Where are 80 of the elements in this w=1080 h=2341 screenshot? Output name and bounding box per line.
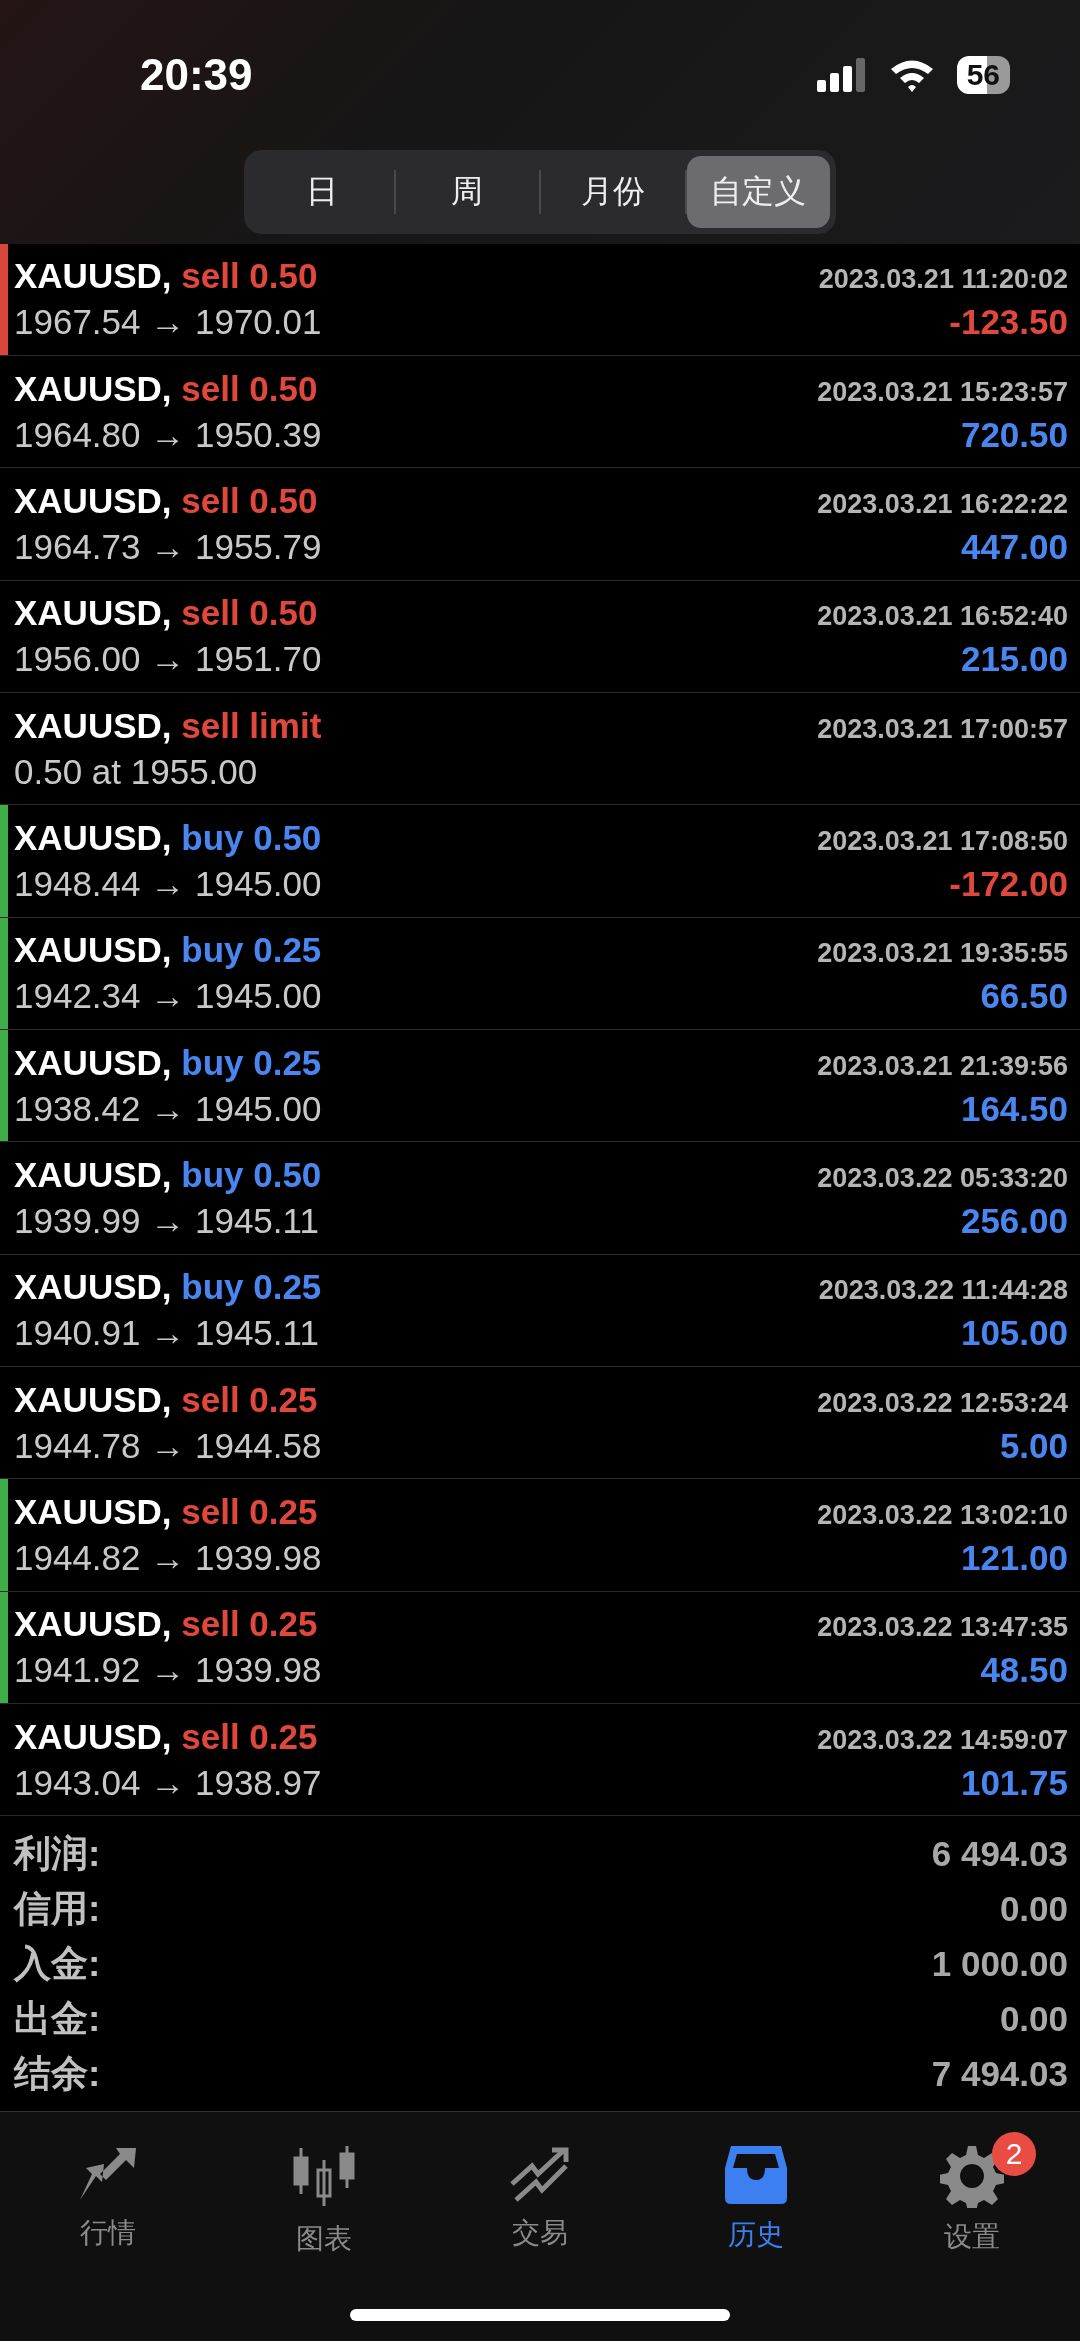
trade-time: 2023.03.21 17:08:50 <box>817 825 1068 857</box>
trade-profit: 48.50 <box>980 1650 1068 1691</box>
notification-badge: 2 <box>992 2132 1036 2177</box>
trade-profit: 121.00 <box>960 1538 1068 1578</box>
trade-time: 2023.03.22 11:44:28 <box>818 1275 1068 1307</box>
trade-time: 2023.03.21 21:39:56 <box>817 1050 1068 1082</box>
trade-prices: 1944.78 → 1944.58 <box>14 1425 322 1466</box>
trade-title: XAUUSD, sell 0.25 <box>14 1379 318 1420</box>
period-tab[interactable]: 日 <box>250 156 394 228</box>
trade-title: XAUUSD, buy 0.25 <box>14 1267 322 1308</box>
trade-title: XAUUSD, buy 0.50 <box>14 817 322 858</box>
trade-title: XAUUSD, sell 0.50 <box>14 256 318 297</box>
trade-prices: 1938.42 → 1945.00 <box>14 1088 322 1129</box>
trade-time: 2023.03.22 12:53:24 <box>817 1387 1068 1419</box>
summary-value: 1 000.00 <box>931 1943 1068 1984</box>
trade-title: XAUUSD, sell 0.50 <box>14 480 318 521</box>
trade-prices: 1956.00 → 1951.70 <box>14 639 322 680</box>
trade-title: XAUUSD, sell limit <box>14 705 322 746</box>
period-tab[interactable]: 月份 <box>541 156 685 228</box>
summary-label: 出金: <box>14 1996 101 2041</box>
trade-title: XAUUSD, buy 0.25 <box>14 930 322 971</box>
trade-prices: 1943.04 → 1938.97 <box>14 1762 322 1803</box>
trade-title: XAUUSD, sell 0.25 <box>14 1492 318 1532</box>
trade-profit: 215.00 <box>960 639 1068 680</box>
summary-value: 0.00 <box>999 1888 1068 1929</box>
trade-time: 2023.03.22 14:59:07 <box>817 1724 1068 1756</box>
period-tab[interactable]: 自定义 <box>686 156 830 228</box>
trade-profit: 256.00 <box>960 1201 1068 1241</box>
trade-profit: 66.50 <box>980 976 1068 1017</box>
signal-icon <box>816 58 867 92</box>
nav-tab[interactable]: 图表 <box>244 2132 404 2259</box>
trade-time: 2023.03.21 16:52:40 <box>817 601 1068 633</box>
trade-profit: 447.00 <box>960 526 1068 567</box>
trade-profit: 164.50 <box>960 1088 1068 1129</box>
trade-time: 2023.03.21 17:00:57 <box>817 713 1068 745</box>
summary-value: 0.00 <box>999 1998 1068 2039</box>
trade-time: 2023.03.21 19:35:55 <box>817 938 1068 970</box>
nav-tab[interactable]: 历史 <box>676 2132 836 2259</box>
inbox-icon <box>723 2144 789 2207</box>
trade-profit: 101.75 <box>960 1762 1068 1803</box>
trade-prices: 1967.54 → 1970.01 <box>14 302 322 343</box>
trade-time: 2023.03.22 13:47:35 <box>817 1612 1068 1644</box>
battery-level: 56 <box>956 56 1010 94</box>
trade-prices: 1944.82 → 1939.98 <box>14 1538 322 1578</box>
summary-label: 入金: <box>14 1941 101 1986</box>
trade-profit: -123.50 <box>949 302 1068 343</box>
status-time: 20:39 <box>140 50 254 100</box>
trade-prices: 0.50 at 1955.00 <box>14 751 258 792</box>
trade-time: 2023.03.21 11:20:02 <box>818 264 1068 296</box>
trade-profit: 105.00 <box>960 1313 1068 1354</box>
trade-title: XAUUSD, sell 0.25 <box>14 1716 318 1757</box>
nav-tab[interactable]: 设置 2 <box>892 2132 1052 2259</box>
trade-time: 2023.03.21 15:23:57 <box>817 376 1068 408</box>
trade-prices: 1964.80 → 1950.39 <box>14 414 322 455</box>
summary-label: 信用: <box>14 1886 101 1931</box>
period-tab[interactable]: 周 <box>395 156 539 228</box>
trade-profit: 720.50 <box>960 414 1068 455</box>
trade-time: 2023.03.21 16:22:22 <box>817 488 1068 520</box>
trade-title: XAUUSD, sell 0.25 <box>14 1604 318 1645</box>
trade-time: 2023.03.22 05:33:20 <box>817 1163 1068 1194</box>
trade-profit: 5.00 <box>999 1425 1068 1466</box>
settings-icon <box>940 2144 1004 2209</box>
trade-prices: 1940.91 → 1945.11 <box>14 1313 319 1354</box>
trade-profit: -172.00 <box>949 863 1068 904</box>
trade-prices: 1948.44 → 1945.00 <box>14 863 322 904</box>
summary-value: 6 494.03 <box>931 1833 1068 1874</box>
trade-prices: 1942.34 → 1945.00 <box>14 976 322 1017</box>
trade-title: XAUUSD, sell 0.50 <box>14 368 318 409</box>
trade-title: XAUUSD, sell 0.50 <box>14 593 318 634</box>
summary-label: 结余: <box>14 2051 101 2096</box>
trade-prices: 1964.73 → 1955.79 <box>14 526 322 567</box>
summary-label: 利润: <box>14 1831 101 1876</box>
nav-tab[interactable]: 交易 <box>460 2132 620 2259</box>
trade-time: 2023.03.22 13:02:10 <box>817 1500 1068 1531</box>
trade-prices: 1941.92 → 1939.98 <box>14 1650 322 1691</box>
trade-title: XAUUSD, buy 0.50 <box>14 1155 322 1195</box>
trade-title: XAUUSD, buy 0.25 <box>14 1042 322 1083</box>
trade-prices: 1939.99 → 1945.11 <box>14 1201 319 1241</box>
summary-value: 7 494.03 <box>931 2053 1068 2094</box>
nav-tab[interactable]: 行情 <box>28 2132 188 2259</box>
